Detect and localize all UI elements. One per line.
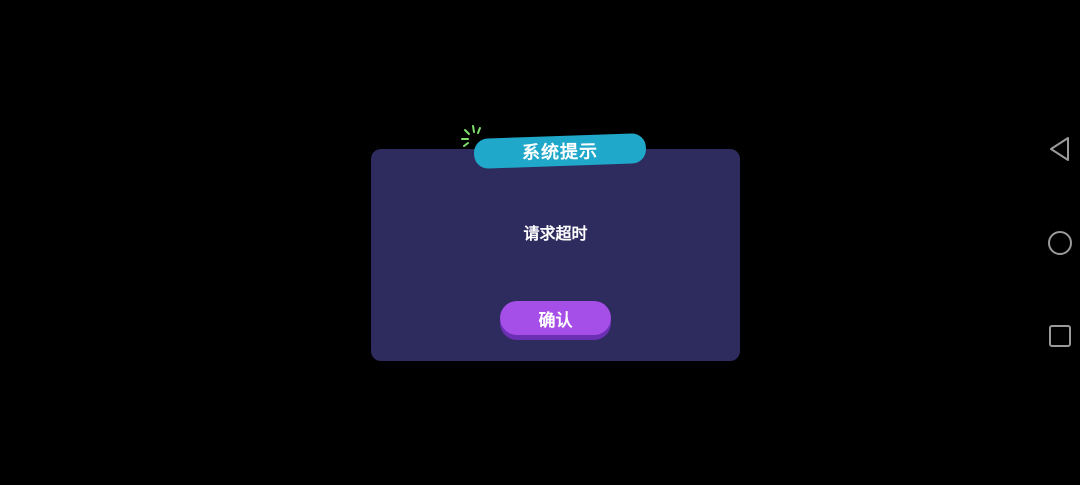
dialog-message: 请求超时	[523, 224, 588, 243]
square-recents-icon[interactable]	[1048, 324, 1072, 348]
confirm-button[interactable]: 确认	[500, 301, 611, 335]
triangle-back-icon[interactable]	[1047, 135, 1073, 163]
dialog-title-tab: 系统提示	[473, 133, 647, 169]
circle-home-icon[interactable]	[1047, 230, 1073, 256]
dialog-title: 系统提示	[521, 141, 599, 164]
screen: 系统提示 请求超时 确认	[0, 0, 1080, 485]
confirm-button-label: 确认	[538, 310, 573, 331]
